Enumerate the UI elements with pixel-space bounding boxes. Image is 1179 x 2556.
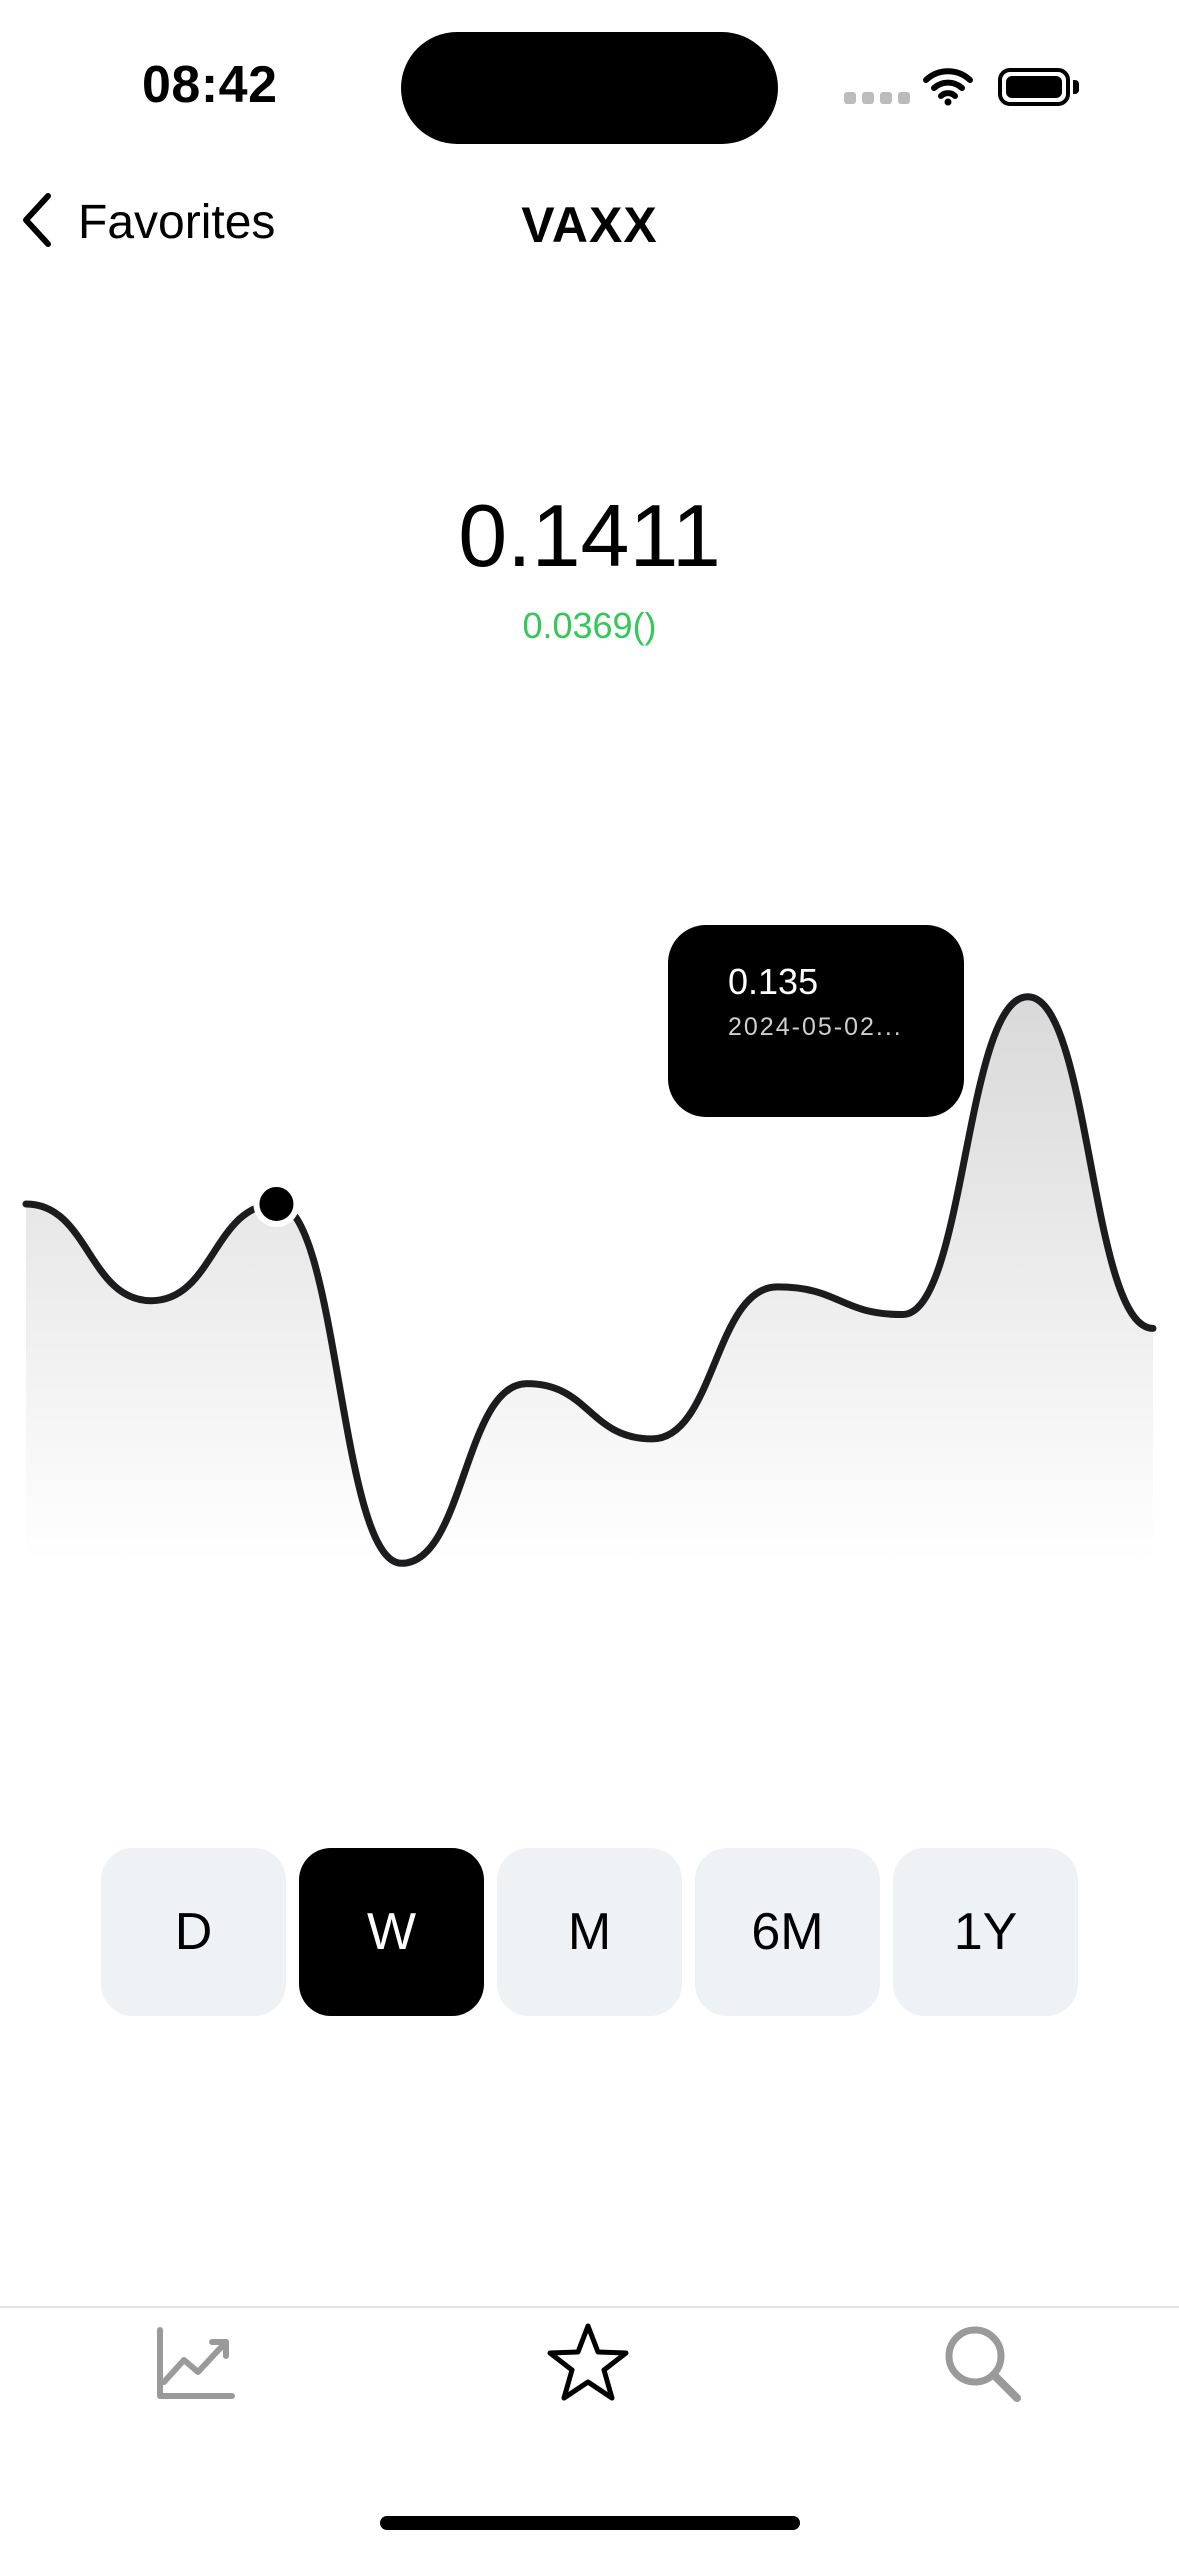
range-button-m[interactable]: M xyxy=(497,1848,682,2016)
range-selector: D W M 6M 1Y xyxy=(101,1848,1078,2016)
range-button-d[interactable]: D xyxy=(101,1848,286,2016)
chart-icon xyxy=(150,2327,240,2412)
tooltip-date: 2024-05-02... xyxy=(728,1013,903,1041)
tab-search[interactable] xyxy=(937,2318,1027,2413)
star-icon xyxy=(543,2323,633,2412)
chart-tooltip: 0.135 2024-05-02... xyxy=(668,925,964,1117)
tab-bar-divider xyxy=(0,2306,1179,2308)
home-indicator xyxy=(380,2516,800,2530)
search-icon xyxy=(937,2326,1027,2412)
range-button-1y[interactable]: 1Y xyxy=(893,1848,1078,2016)
chart-selected-point[interactable] xyxy=(253,1181,300,1227)
tab-favorites[interactable] xyxy=(543,2318,633,2413)
range-button-w[interactable]: W xyxy=(299,1848,484,2016)
tab-chart[interactable] xyxy=(150,2318,240,2413)
tooltip-value: 0.135 xyxy=(728,961,819,1002)
price-chart[interactable] xyxy=(0,0,1179,1760)
range-button-6m[interactable]: 6M xyxy=(695,1848,880,2016)
